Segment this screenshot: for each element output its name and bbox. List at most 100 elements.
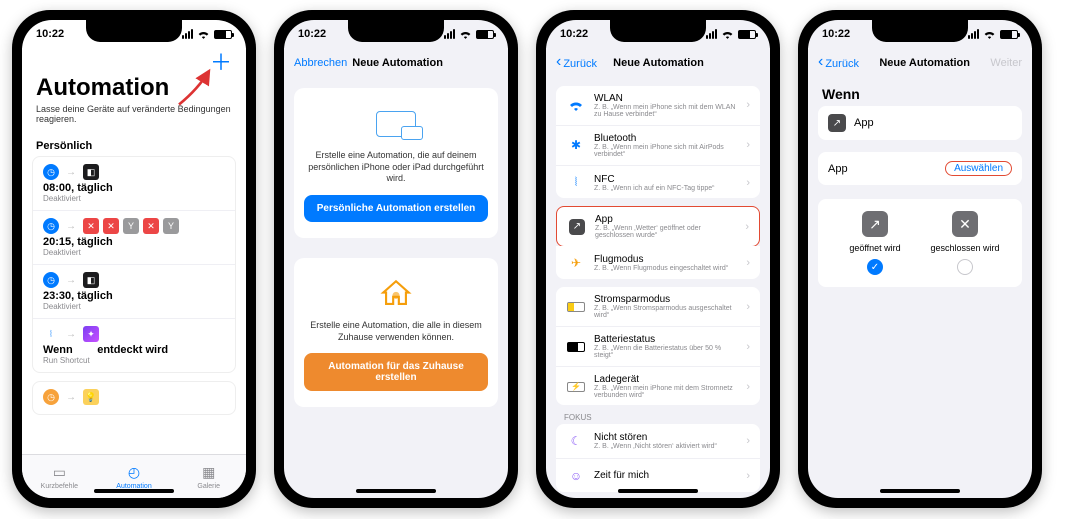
item-sub: Run Shortcut (43, 356, 225, 365)
arrow-icon: → (63, 164, 79, 180)
next-button[interactable]: Weiter (990, 57, 1022, 69)
automation-item[interactable]: ◷ → ◧ 23:30, täglich Deaktiviert (33, 265, 235, 319)
focus-header: FOKUS (546, 405, 770, 424)
chevron-right-icon: › (746, 177, 750, 189)
trigger-nfc[interactable]: ⦚ NFCZ. B. „Wenn ich auf ein NFC-Tag tip… (556, 166, 760, 199)
home-indicator[interactable] (618, 489, 698, 493)
wifi-icon (983, 29, 996, 39)
clock-icon: ◷ (43, 218, 59, 234)
chevron-right-icon: › (746, 99, 750, 111)
app-select-label: App (828, 163, 848, 175)
home-desc: Erstelle eine Automation, die alle in di… (304, 320, 488, 343)
app-icon: ✕ (143, 218, 159, 234)
back-button[interactable]: Zurück (556, 54, 597, 72)
trigger-lowpower[interactable]: StromsparmodusZ. B. „Wenn Stromsparmodus… (556, 287, 760, 327)
nav-title: Neue Automation (859, 57, 990, 69)
item-sub: Deaktiviert (43, 248, 225, 257)
home-indicator[interactable] (880, 489, 960, 493)
status-time: 10:22 (298, 28, 326, 40)
shortcut-icon: ✦ (83, 326, 99, 342)
bluetooth-icon: ✱ (566, 135, 586, 155)
app-icon: ◧ (83, 272, 99, 288)
nfc-icon: ⦚ (43, 326, 59, 342)
devices-icon (376, 111, 416, 137)
charger-icon: ⚡ (566, 377, 586, 397)
item-title: 20:15, täglich (43, 236, 225, 248)
automation-item[interactable]: ◷ → 💡 (33, 382, 235, 414)
battery-icon (214, 30, 232, 39)
open-icon: ↗ (862, 211, 888, 237)
radio-opened[interactable]: ✓ (867, 259, 883, 275)
add-button[interactable]: ＋ (210, 52, 232, 74)
person-icon: ☺ (566, 466, 586, 486)
chevron-right-icon: › (746, 257, 750, 269)
home-icon (379, 277, 413, 311)
signal-icon (444, 29, 455, 39)
app-icon: ✕ (103, 218, 119, 234)
option-closed[interactable]: ✕ geschlossen wird (920, 211, 1010, 275)
page-subtitle: Lasse deine Geräte auf veränderte Beding… (36, 104, 232, 124)
arrow-icon: → (63, 218, 79, 234)
item-sub: Deaktiviert (43, 302, 225, 311)
chevron-right-icon: › (746, 341, 750, 353)
automation-item[interactable]: ◷ → ◧ 08:00, täglich Deaktiviert (33, 157, 235, 211)
wifi-icon (197, 29, 210, 39)
trigger-app[interactable]: ↗ AppZ. B. „Wenn ‚Wetter‘ geöffnet oder … (557, 207, 759, 246)
airplane-icon: ✈ (566, 253, 586, 273)
cancel-button[interactable]: Abbrechen (294, 57, 347, 69)
app-icon: ↗ (828, 114, 846, 132)
trigger-metime[interactable]: ☺ Zeit für mich › (556, 459, 760, 492)
moon-icon: ☾ (566, 431, 586, 451)
option-opened[interactable]: ↗ geöffnet wird ✓ (830, 211, 920, 275)
nfc-icon: ⦚ (566, 173, 586, 193)
battery-icon (738, 30, 756, 39)
arrow-icon: → (63, 272, 79, 288)
trigger-charger[interactable]: ⚡ LadegerätZ. B. „Wenn mein iPhone mit d… (556, 367, 760, 405)
nav-title: Neue Automation (347, 57, 448, 69)
create-personal-button[interactable]: Persönliche Automation erstellen (304, 195, 488, 222)
status-time: 10:22 (560, 28, 588, 40)
trigger-airplane[interactable]: ✈ FlugmodusZ. B. „Wenn Flugmodus eingesc… (556, 246, 760, 280)
back-button[interactable]: Zurück (818, 54, 859, 72)
home-indicator[interactable] (94, 489, 174, 493)
chevron-right-icon: › (745, 221, 749, 233)
signal-icon (706, 29, 717, 39)
trigger-dnd[interactable]: ☾ Nicht störenZ. B. „Wenn ‚Nicht stören‘… (556, 424, 760, 459)
automation-item[interactable]: ◷ → ✕ ✕ Y ✕ Y 20:15, täglich Deaktiviert (33, 211, 235, 265)
nav-title: Neue Automation (597, 57, 720, 69)
app-icon: Y (163, 218, 179, 234)
app-icon: ↗ (567, 217, 587, 237)
app-icon: ✕ (83, 218, 99, 234)
create-home-button[interactable]: Automation für das Zuhause erstellen (304, 353, 488, 391)
personal-desc: Erstelle eine Automation, die auf deinem… (304, 150, 488, 185)
status-time: 10:22 (822, 28, 850, 40)
clock-icon: ◴ (128, 464, 140, 481)
app-icon: Y (123, 218, 139, 234)
item-title: 08:00, täglich (43, 182, 225, 194)
signal-icon (182, 29, 193, 39)
radio-closed[interactable] (957, 259, 973, 275)
tab-gallery[interactable]: ▦Galerie (171, 455, 246, 498)
chevron-right-icon: › (746, 435, 750, 447)
trigger-bluetooth[interactable]: ✱ BluetoothZ. B. „Wenn mein iPhone sich … (556, 126, 760, 166)
page-title: Automation (36, 74, 232, 102)
battery-icon (566, 337, 586, 357)
home-indicator[interactable] (356, 489, 436, 493)
clock-icon: ◷ (43, 389, 59, 405)
tab-shortcuts[interactable]: ▭Kurzbefehle (22, 455, 97, 498)
item-title: Wenn (43, 344, 73, 356)
grid-icon: ▦ (202, 464, 215, 481)
app-icon: ◧ (83, 164, 99, 180)
chevron-right-icon: › (746, 301, 750, 313)
choose-button[interactable]: Auswählen (945, 161, 1012, 176)
automation-item[interactable]: ⦚ → ✦ Wenn entdeckt wird Run Shortcut (33, 319, 235, 372)
section-header: Persönlich (22, 132, 246, 156)
trigger-battery[interactable]: BatteriestatusZ. B. „Wenn die Batteriest… (556, 327, 760, 367)
battery-icon (1000, 30, 1018, 39)
item-sub: Deaktiviert (43, 194, 225, 203)
battery-icon (476, 30, 494, 39)
wifi-icon (721, 29, 734, 39)
trigger-wlan[interactable]: WLANZ. B. „Wenn mein iPhone sich mit dem… (556, 86, 760, 126)
chevron-right-icon: › (746, 470, 750, 482)
app-select-row[interactable]: App Auswählen (818, 152, 1022, 185)
